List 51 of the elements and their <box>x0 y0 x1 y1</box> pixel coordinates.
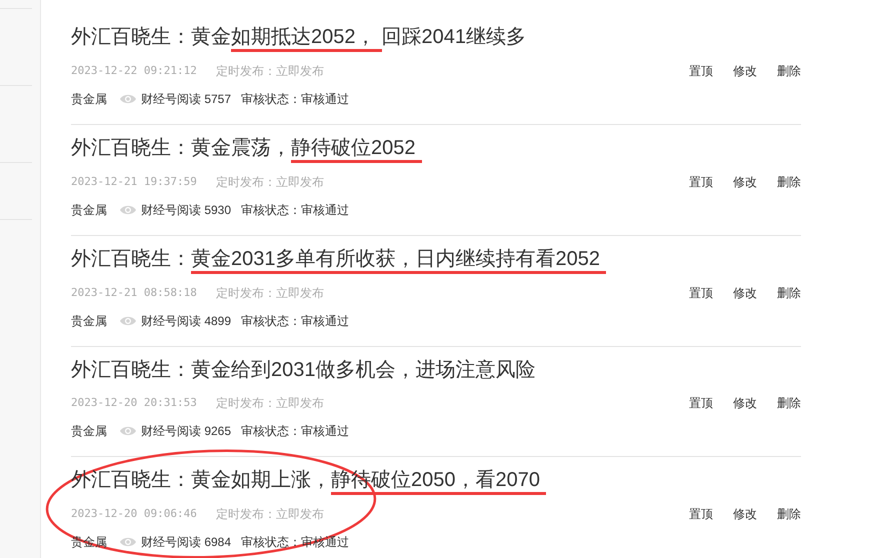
action-link[interactable]: 删除 <box>777 505 801 523</box>
action-link[interactable]: 删除 <box>777 173 801 191</box>
article-title-part[interactable]: 外汇百晓生：黄金给到2031做多机会，进场注意风险 <box>71 356 536 384</box>
publish-schedule: 定时发布：立即发布 <box>216 395 324 412</box>
publish-schedule: 定时发布：立即发布 <box>216 506 324 523</box>
category-label: 贵金属 <box>71 91 107 108</box>
article-title-part[interactable]: 外汇百晓生：黄金震荡， <box>71 134 291 163</box>
review-status: 审核状态：审核通过 <box>241 91 350 108</box>
eye-icon <box>119 425 137 437</box>
eye-icon <box>119 93 137 105</box>
article-title-part[interactable]: 外汇百晓生：黄金 <box>71 23 231 52</box>
action-link[interactable]: 修改 <box>733 284 757 302</box>
publish-time: 2023-12-21 19:37:59 <box>71 174 197 190</box>
action-link[interactable]: 置顶 <box>689 505 713 523</box>
underlined-title-part[interactable]: 如期抵达2052， <box>231 23 382 52</box>
read-count: 财经号阅读 6984 <box>141 534 232 551</box>
action-link[interactable]: 置顶 <box>689 284 713 302</box>
action-link[interactable]: 置顶 <box>689 394 713 412</box>
read-count: 财经号阅读 5757 <box>141 91 232 108</box>
review-status: 审核状态：审核通过 <box>241 313 350 330</box>
underlined-title-part[interactable]: 黄金2031多单有所收获，日内继续持有看2052 <box>191 245 606 274</box>
underlined-title-part[interactable]: 静待破位2052 <box>291 134 422 163</box>
publish-schedule: 定时发布：立即发布 <box>216 174 324 191</box>
review-status: 审核状态：审核通过 <box>241 423 350 440</box>
review-status: 审核状态：审核通过 <box>241 202 350 219</box>
eye-icon <box>119 204 137 216</box>
action-link[interactable]: 置顶 <box>689 62 713 80</box>
category-label: 贵金属 <box>71 313 107 330</box>
action-link[interactable]: 修改 <box>733 394 757 412</box>
publish-time: 2023-12-21 08:58:18 <box>71 284 197 301</box>
action-link[interactable]: 删除 <box>777 62 801 80</box>
publish-time: 2023-12-20 09:06:46 <box>71 506 197 522</box>
action-link[interactable]: 修改 <box>733 505 757 523</box>
article-title-part[interactable]: 回踩2041继续多 <box>382 23 526 52</box>
action-link[interactable]: 修改 <box>733 62 757 80</box>
action-link[interactable]: 删除 <box>777 394 801 412</box>
action-link[interactable]: 删除 <box>777 284 801 302</box>
category-label: 贵金属 <box>71 202 107 219</box>
publish-time: 2023-12-22 09:21:12 <box>71 62 197 79</box>
eye-icon <box>119 536 137 548</box>
article-title-part[interactable]: 外汇百晓生： <box>71 245 191 274</box>
read-count: 财经号阅读 5930 <box>141 202 232 219</box>
action-link[interactable]: 修改 <box>733 173 757 191</box>
eye-icon <box>119 315 137 327</box>
publish-schedule: 定时发布：立即发布 <box>216 63 324 80</box>
publish-schedule: 定时发布：立即发布 <box>216 285 324 302</box>
publish-time: 2023-12-20 20:31:53 <box>71 394 197 411</box>
action-link[interactable]: 置顶 <box>689 173 713 191</box>
read-count: 财经号阅读 4899 <box>141 313 232 330</box>
category-label: 贵金属 <box>71 423 107 440</box>
read-count: 财经号阅读 9265 <box>141 423 232 440</box>
